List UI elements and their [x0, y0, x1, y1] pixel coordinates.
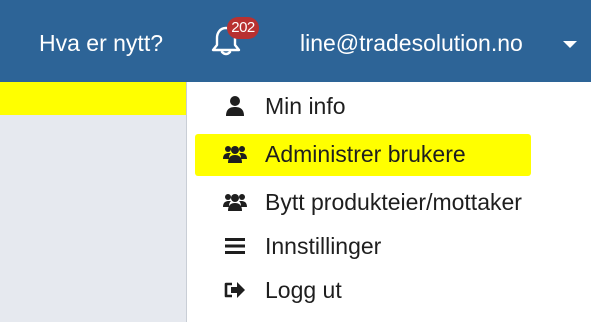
menu-item-innstillinger[interactable]: Innstillinger: [187, 224, 591, 268]
menu-item-label: Logg ut: [265, 277, 342, 303]
sidebar-highlight: [0, 82, 186, 115]
menu-item-label: Min info: [265, 93, 346, 119]
whats-new-link[interactable]: Hva er nytt?: [39, 29, 163, 57]
menu-item-label: Bytt produkteier/mottaker: [265, 189, 522, 215]
sign-out-icon: [224, 282, 245, 298]
users-icon: [223, 146, 247, 163]
user-menu-toggle[interactable]: line@tradesolution.no: [300, 29, 523, 57]
user-dropdown-menu: Min info Administrer brukere Bytt produk…: [187, 82, 591, 322]
top-navbar: Hva er nytt? 202 line@tradesolution.no: [0, 0, 591, 82]
menu-item-label: Innstillinger: [265, 233, 382, 259]
screen: Hva er nytt? 202 line@tradesolution.no M…: [0, 0, 591, 322]
hamburger-icon: [225, 238, 245, 254]
user-icon: [226, 96, 244, 116]
users-icon: [223, 194, 247, 211]
notification-badge: 202: [227, 17, 259, 39]
menu-item-label: Administrer brukere: [265, 141, 466, 167]
menu-item-bytt-produkteier[interactable]: Bytt produkteier/mottaker: [187, 180, 591, 224]
menu-item-administrer-brukere[interactable]: Administrer brukere: [187, 132, 591, 176]
notifications-button[interactable]: 202: [211, 17, 271, 65]
menu-item-logg-ut[interactable]: Logg ut: [187, 268, 591, 312]
caret-down-icon[interactable]: [563, 41, 577, 48]
menu-item-min-info[interactable]: Min info: [187, 84, 591, 128]
sidebar-panel: [0, 115, 186, 322]
